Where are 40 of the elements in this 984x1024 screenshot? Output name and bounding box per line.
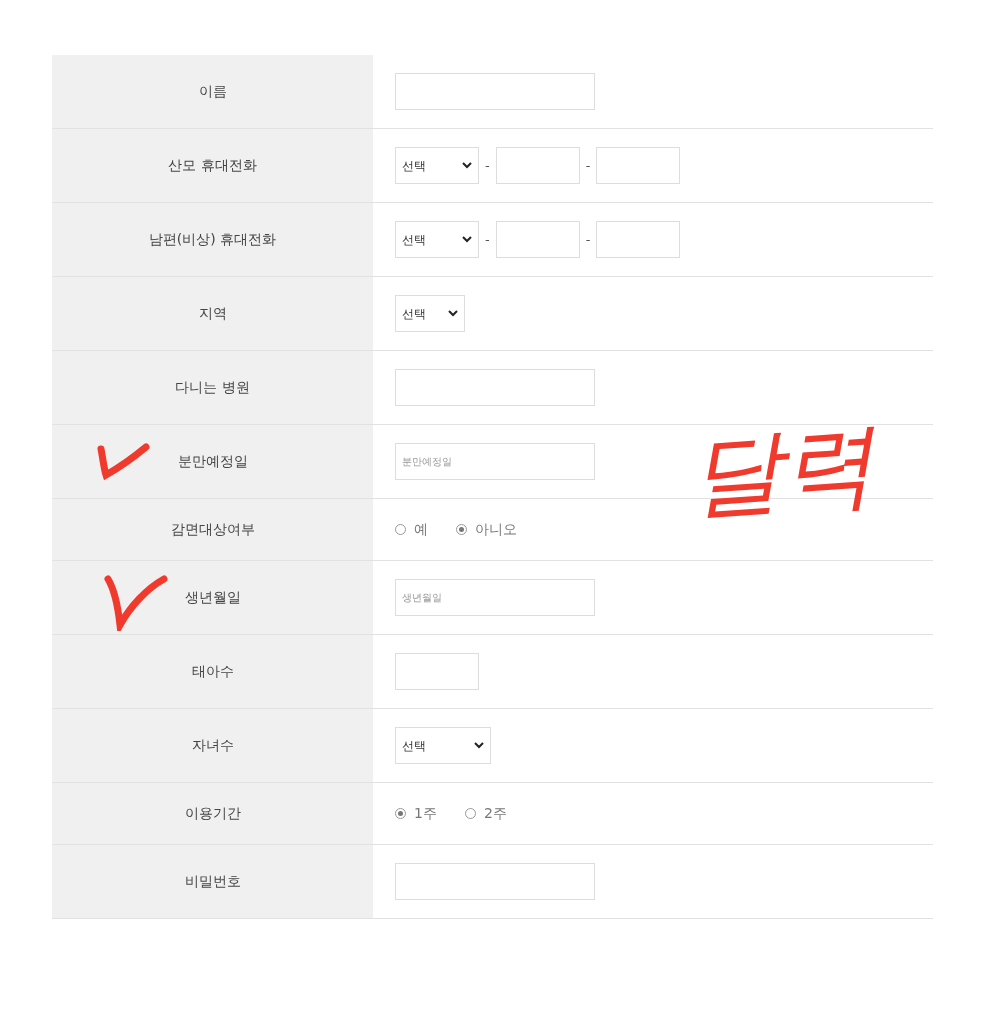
field-label: 생년월일 xyxy=(184,588,241,607)
dropdown-select[interactable]: 선택 xyxy=(395,727,491,764)
dropdown-select[interactable]: 선택 xyxy=(395,295,465,332)
field-label: 감면대상여부 xyxy=(170,520,255,539)
dash-separator: - xyxy=(485,230,490,249)
check-mark-icon xyxy=(96,441,152,481)
field-label: 다니는 병원 xyxy=(175,378,250,397)
chevron-down-icon xyxy=(462,162,472,169)
input-field[interactable] xyxy=(495,147,580,184)
input-field[interactable]: 분만예정일 xyxy=(395,443,595,480)
field-label: 비밀번호 xyxy=(184,872,241,891)
input-field[interactable]: 생년월일 xyxy=(395,579,595,616)
radio-option[interactable]: 아니오 xyxy=(456,519,517,540)
input-field[interactable] xyxy=(395,369,595,406)
input-field[interactable] xyxy=(495,221,580,258)
chevron-down-icon xyxy=(462,236,472,243)
radio-option[interactable]: 예 xyxy=(395,519,428,540)
chevron-down-icon xyxy=(448,310,458,317)
handwritten-note: 달력 xyxy=(687,418,877,524)
field-label: 지역 xyxy=(198,304,227,323)
field-label: 자녀수 xyxy=(191,736,234,755)
field-label: 산모 휴대전화 xyxy=(168,156,257,175)
input-field[interactable] xyxy=(395,863,595,900)
dash-separator: - xyxy=(485,156,490,175)
radio-option[interactable]: 2주 xyxy=(464,803,507,824)
field-label: 분만예정일 xyxy=(177,452,248,471)
dash-separator: - xyxy=(585,156,591,175)
field-label: 태아수 xyxy=(191,662,234,681)
input-field[interactable] xyxy=(395,653,479,690)
field-label: 남편(비상) 휴대전화 xyxy=(148,230,277,249)
input-field[interactable] xyxy=(395,73,595,110)
dash-separator: - xyxy=(585,230,591,249)
radio-option[interactable]: 1주 xyxy=(395,803,437,824)
chevron-down-icon xyxy=(474,742,484,749)
field-label: 이름 xyxy=(198,82,227,101)
dropdown-select[interactable]: 선택 xyxy=(395,221,479,258)
field-label: 이용기간 xyxy=(184,804,241,823)
input-field[interactable] xyxy=(596,221,681,258)
input-field[interactable] xyxy=(596,147,681,184)
dropdown-select[interactable]: 선택 xyxy=(395,147,479,184)
